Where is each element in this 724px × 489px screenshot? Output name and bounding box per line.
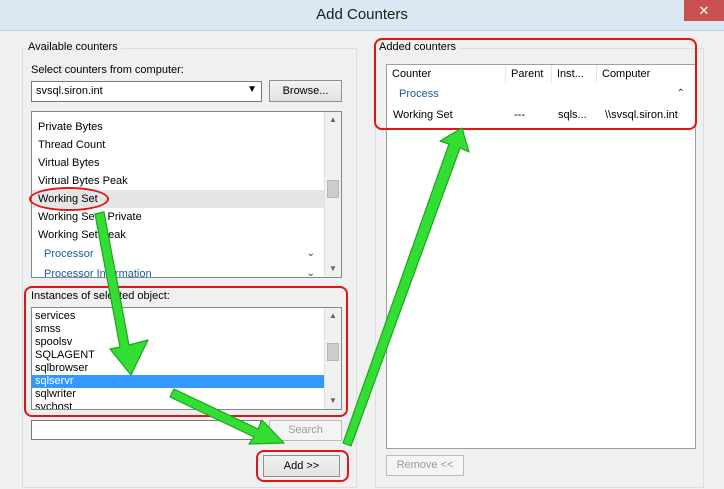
dialog-body: Available counters Select counters from … [0,31,724,489]
category-processor[interactable]: Processor ⌄ [32,244,325,264]
scroll-up-icon[interactable]: ▲ [325,308,341,324]
instances-scrollbar[interactable]: ▲ ▼ [324,308,341,409]
counter-item[interactable]: Private Bytes [32,118,325,136]
instances-label: Instances of selected object: [31,290,170,302]
scroll-up-icon[interactable]: ▲ [325,112,341,128]
category-label: Processor [44,248,94,260]
counter-item-working-set[interactable]: Working Set [32,190,325,208]
scroll-down-icon[interactable]: ▼ [325,393,341,409]
added-counter-instance: sqls... [558,109,587,121]
instance-item[interactable]: SQLAGENT [32,349,325,362]
instance-item[interactable]: svchost [32,401,325,409]
column-header-parent[interactable]: Parent [506,65,552,83]
added-counters-label: Added counters [376,41,460,53]
counter-list-scrollbar[interactable]: ▲ ▼ [324,112,341,277]
add-button[interactable]: Add >> [263,455,340,477]
search-input[interactable] [31,420,261,440]
category-label: Processor Information [44,268,152,278]
chevron-up-icon: ⌃ [676,88,685,99]
counter-item[interactable]: Virtual Bytes Peak [32,172,325,190]
computer-select-value: svsql.siron.int [36,85,103,97]
close-button[interactable]: ✕ [684,0,724,21]
counter-item[interactable]: Thread Count [32,136,325,154]
search-button[interactable]: Search [269,420,342,441]
instance-item-selected[interactable]: sqlservr [32,375,325,388]
added-counter-parent: --- [514,109,525,121]
added-counters-list[interactable]: Counter Parent Inst... Computer Process … [386,64,696,449]
available-counters-label: Available counters [25,41,121,53]
counter-item[interactable]: Working Set Peak [32,226,325,244]
window-title: Add Counters [316,6,408,23]
computer-select-label: Select counters from computer: [31,64,184,76]
added-category-process[interactable]: Process ⌃ [387,84,695,104]
instance-item[interactable]: services [32,310,325,323]
instance-item[interactable]: smss [32,323,325,336]
close-icon: ✕ [698,3,710,18]
counter-list[interactable]: Private Bytes Thread Count Virtual Bytes… [31,111,342,278]
added-counter-row[interactable]: Working Set --- sqls... \\svsql.siron.in… [387,106,695,124]
counter-item[interactable]: Working Set - Private [32,208,325,226]
added-counter-name: Working Set [393,109,453,121]
column-header-computer[interactable]: Computer [597,65,695,83]
computer-select[interactable]: svsql.siron.int ▼ [31,81,262,102]
instance-item[interactable]: spoolsv [32,336,325,349]
instance-item[interactable]: sqlbrowser [32,362,325,375]
scroll-thumb[interactable] [327,180,339,198]
scroll-down-icon[interactable]: ▼ [325,261,341,277]
instance-item[interactable]: sqlwriter [32,388,325,401]
title-bar: Add Counters ✕ [0,0,724,31]
instance-items: services smss spoolsv SQLAGENT sqlbrowse… [32,310,325,409]
category-label: Process [399,88,439,100]
remove-button[interactable]: Remove << [386,455,464,476]
chevron-down-icon: ⌄ [306,248,315,259]
column-header-instance[interactable]: Inst... [552,65,597,83]
scroll-thumb[interactable] [327,343,339,361]
counter-items: Private Bytes Thread Count Virtual Bytes… [32,118,325,278]
counter-item[interactable]: Virtual Bytes [32,154,325,172]
column-header-counter[interactable]: Counter [387,65,506,83]
added-counter-computer: \\svsql.siron.int [605,109,678,121]
category-processor-information[interactable]: Processor Information ⌄ [32,264,325,278]
instances-list[interactable]: services smss spoolsv SQLAGENT sqlbrowse… [31,307,342,410]
browse-button[interactable]: Browse... [269,80,342,102]
chevron-down-icon: ▼ [247,84,257,95]
chevron-down-icon: ⌄ [306,268,315,278]
